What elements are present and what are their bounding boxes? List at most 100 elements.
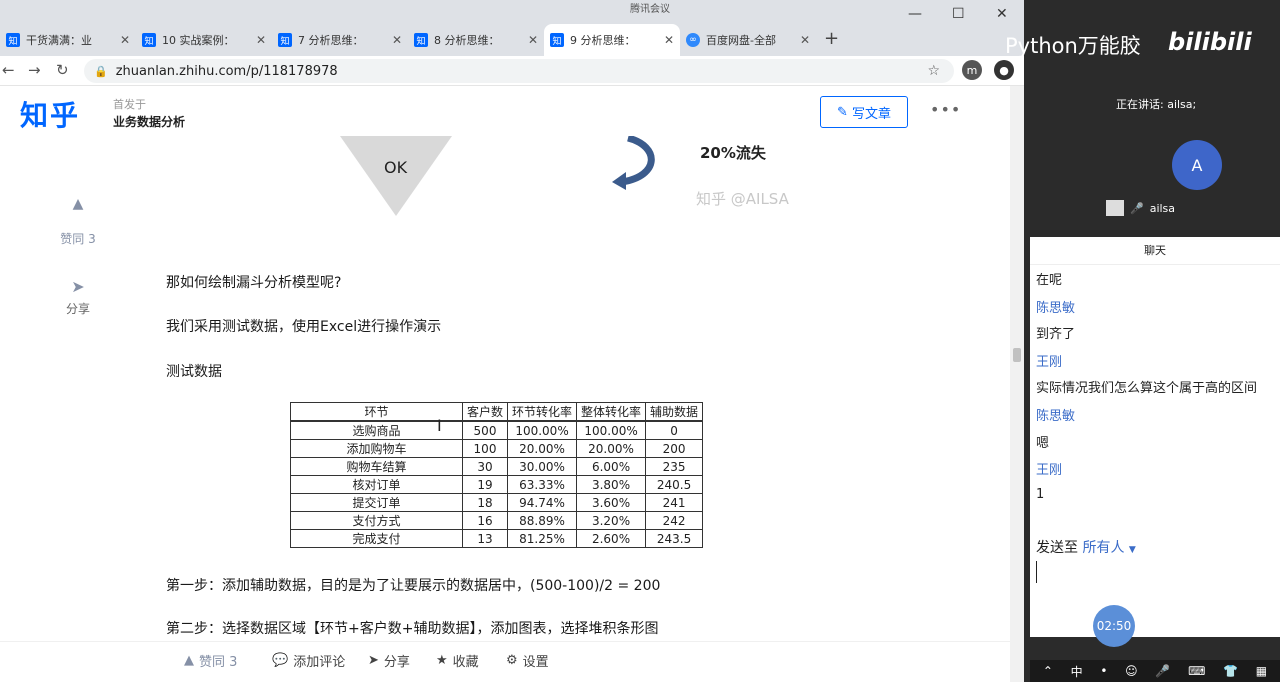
table-row: 完成支付 13 81.25% 2.60% 243.5 [290, 529, 704, 548]
toolbox-icon[interactable]: ▦ [1256, 664, 1267, 678]
table-row: 购物车结算 30 30.00% 6.00% 235 [290, 457, 704, 476]
chat-sender-name: 陈思敏 [1036, 409, 1076, 424]
write-article-button[interactable]: ✎ 写文章 [820, 96, 908, 128]
close-icon[interactable]: ✕ [528, 33, 538, 47]
emoji-icon[interactable]: ☺ [1125, 664, 1138, 678]
table-cell: 63.33% [507, 475, 578, 494]
zhihu-favicon-icon: 知 [6, 33, 20, 47]
skin-icon[interactable]: 👕 [1223, 664, 1238, 678]
share-label: 分享 [383, 655, 410, 670]
tab-5-active[interactable]: 知 9 分析思维： ✕ [544, 24, 680, 56]
bookmark-star-icon[interactable]: ☆ [927, 63, 940, 79]
table-cell: 完成支付 [290, 529, 463, 548]
share-label[interactable]: 分享 [50, 300, 106, 317]
more-options-icon[interactable]: ••• [930, 100, 961, 119]
chevron-down-icon[interactable]: ▼ [1129, 545, 1136, 555]
send-to-selector[interactable]: 发送至 所有人 ▼ [1036, 537, 1136, 557]
close-icon[interactable]: ✕ [256, 33, 266, 47]
extension-icon[interactable]: ● [994, 60, 1014, 80]
tray-arrow-icon[interactable]: ⌃ [1043, 664, 1053, 678]
ime-indicator[interactable]: 中 [1071, 663, 1083, 680]
forward-icon[interactable]: → [28, 61, 41, 79]
system-tray: ⌃ 中 • ☺ 🎤 ⌨ 👕 ▦ [1030, 660, 1280, 682]
star-icon: ★ [436, 653, 448, 668]
table-cell: 3.80% [576, 475, 647, 494]
participant-name: ailsa [1149, 201, 1176, 215]
microphone-icon[interactable]: 🎤 [1155, 664, 1170, 678]
chat-input[interactable] [1034, 559, 1274, 587]
table-cell: 240.5 [645, 475, 704, 494]
upvote-label: 赞同 3 [199, 655, 238, 670]
share-button[interactable]: ➤ 分享 [368, 651, 410, 670]
chat-title: 聊天 [1030, 237, 1280, 265]
table-cell: 提交订单 [290, 493, 463, 512]
tab-2[interactable]: 知 10 实战案例： ✕ [136, 24, 272, 56]
column-header: 整体转化率 [576, 402, 647, 422]
funnel-data-table: 环节 客户数 环节转化率 整体转化率 辅助数据 选购商品 500 100.00%… [290, 402, 704, 548]
zhihu-logo[interactable]: 知乎 [20, 94, 80, 134]
table-cell: 2.60% [576, 529, 647, 548]
test-data-heading: 测试数据 [166, 364, 222, 380]
scrollbar-thumb[interactable] [1013, 348, 1021, 362]
share-icon: ➤ [368, 653, 379, 668]
upvote-icon[interactable]: ▲ [50, 196, 106, 212]
column-name-link[interactable]: 业务数据分析 [113, 113, 185, 130]
table-row: 提交订单 18 94.74% 3.60% 241 [290, 493, 704, 512]
ok-label: OK [384, 158, 408, 177]
table-cell: 添加购物车 [290, 439, 463, 458]
left-action-sidebar: ▲ 赞同 3 ➤ 分享 [50, 196, 106, 317]
share-icon[interactable]: ➤ [50, 277, 106, 296]
keyboard-icon[interactable]: ⌨ [1188, 664, 1205, 678]
favorite-label: 收藏 [452, 655, 479, 670]
upvote-button[interactable]: ▲ 赞同 3 [184, 651, 237, 670]
page-scrollbar[interactable] [1010, 86, 1024, 682]
reload-icon[interactable]: ↻ [56, 61, 69, 79]
meeting-window-title: 腾讯会议 [630, 4, 670, 15]
table-cell: 200 [645, 439, 704, 458]
url-field[interactable]: 🔒 zhuanlan.zhihu.com/p/118178978 ☆ [84, 59, 954, 83]
punctuation-icon[interactable]: • [1100, 664, 1107, 678]
profile-avatar[interactable]: m [962, 60, 982, 80]
write-article-label: 写文章 [851, 106, 891, 122]
table-cell: 13 [461, 529, 509, 548]
tab-1[interactable]: 知 干货满满：业 ✕ [0, 24, 136, 56]
table-cell: 100.00% [507, 420, 578, 440]
add-comment-button[interactable]: 💬 添加评论 [272, 651, 345, 670]
upvote-count[interactable]: 赞同 3 [50, 230, 106, 247]
minimize-icon[interactable]: — [908, 6, 922, 22]
stream-title: Python万能胶 [1005, 34, 1141, 58]
add-comment-label: 添加评论 [293, 655, 346, 670]
favorite-button[interactable]: ★ 收藏 [436, 651, 479, 670]
table-cell: 20.00% [576, 439, 647, 458]
table-row: 选购商品 500 100.00% 100.00% 0 [290, 420, 704, 440]
new-tab-icon[interactable]: + [824, 28, 839, 49]
close-icon[interactable]: ✕ [392, 33, 402, 47]
back-icon[interactable]: ← [2, 61, 15, 79]
user-thumbnail-icon [1106, 200, 1124, 216]
step1-paragraph: 第一步：添加辅助数据，目的是为了让要展示的数据居中，(500-100)/2 = … [166, 578, 661, 594]
bilibili-logo: bilibili [1168, 28, 1252, 56]
close-window-icon[interactable]: ✕ [996, 6, 1008, 22]
table-cell: 19 [461, 475, 509, 494]
table-cell: 20.00% [507, 439, 578, 458]
table-cell: 100.00% [576, 420, 647, 440]
close-icon[interactable]: ✕ [120, 33, 130, 47]
comment-icon: 💬 [272, 653, 289, 668]
zhihu-favicon-icon: 知 [414, 33, 428, 47]
chat-sender-name: 王刚 [1036, 355, 1063, 370]
chat-message: 到齐了 [1036, 327, 1076, 342]
tab-title: 7 分析思维： [298, 34, 364, 47]
send-to-target[interactable]: 所有人 [1082, 540, 1124, 556]
tab-3[interactable]: 知 7 分析思维： ✕ [272, 24, 408, 56]
close-icon[interactable]: ✕ [664, 33, 674, 47]
close-icon[interactable]: ✕ [800, 33, 810, 47]
tab-6[interactable]: ∞ 百度网盘-全部 ✕ [680, 24, 816, 56]
maximize-icon[interactable]: ☐ [952, 6, 965, 22]
table-cell: 243.5 [645, 529, 704, 548]
table-cell: 0 [645, 420, 704, 440]
tab-4[interactable]: 知 8 分析思维： ✕ [408, 24, 544, 56]
address-bar: ← → ↻ 🔒 zhuanlan.zhihu.com/p/118178978 ☆… [0, 56, 1024, 86]
table-cell: 81.25% [507, 529, 578, 548]
settings-button[interactable]: ⚙ 设置 [506, 651, 549, 670]
column-header: 环节转化率 [507, 402, 578, 422]
